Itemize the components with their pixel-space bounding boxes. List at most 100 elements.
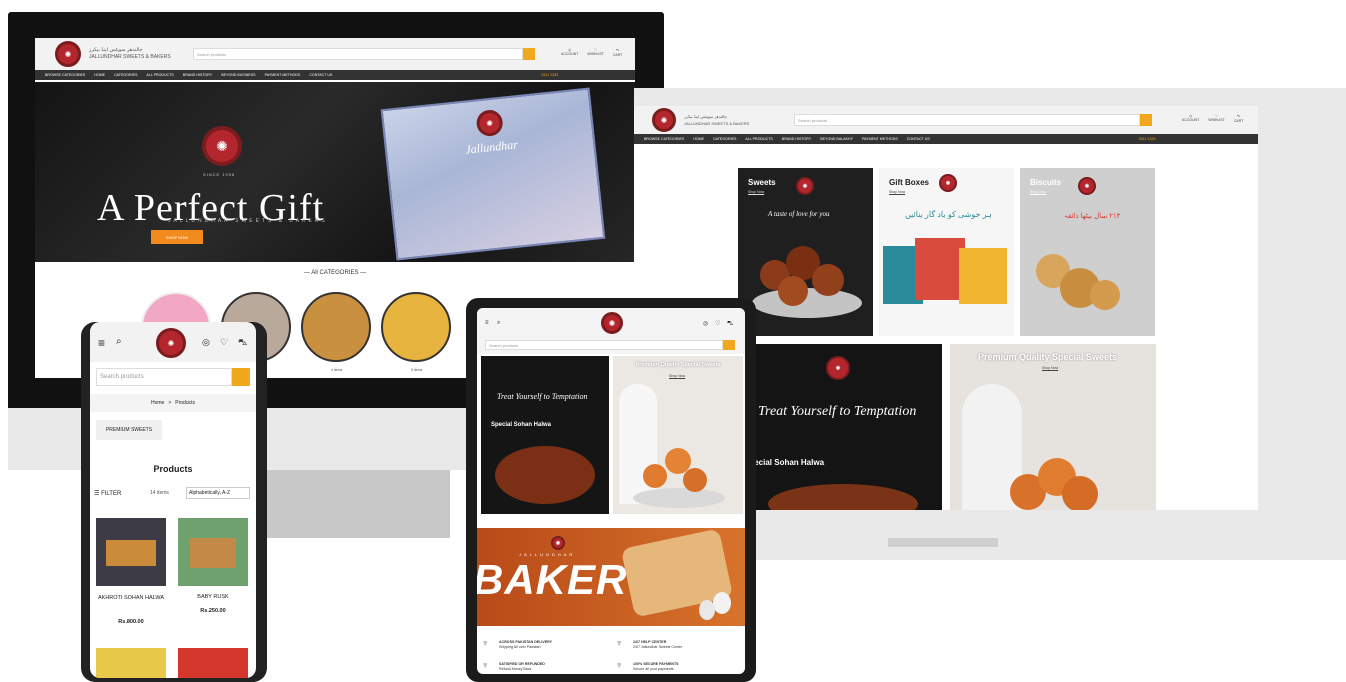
wishlist-icon[interactable]: ♡ (715, 320, 720, 327)
product-name[interactable]: AKHROTI SOHAN HALWA (96, 594, 166, 603)
product-image[interactable] (178, 518, 248, 586)
tablet-screen: ≡ ⌕ ✺ ◎ ♡ ⛍ Search products Treat Yourse… (477, 308, 745, 674)
menu-icon[interactable]: ≡ (485, 320, 489, 326)
header-icons: ◎ ACCOUNT ♡ WISHLIST ⛍ CART (1182, 114, 1243, 123)
search-button[interactable] (523, 48, 535, 60)
product-image[interactable] (96, 648, 166, 678)
wishlist-icon[interactable]: ♡ WISHLIST (1208, 114, 1225, 123)
category-circle[interactable] (381, 292, 451, 362)
feature-help: 24/7 HELP CENTER 24/7 Jallundhar Sweets C… (633, 640, 683, 649)
tile-link[interactable]: Shop Now (1042, 366, 1058, 370)
nav-all-products[interactable]: ALL PRODUCTS (146, 73, 173, 77)
tile-sweets[interactable]: Sweets Shop Now ✺ A taste of love for yo… (738, 168, 873, 336)
account-icon[interactable]: ◎ ACCOUNT (561, 48, 578, 57)
breadcrumb-home[interactable]: Home (151, 400, 164, 406)
tile-sohan-halwa[interactable]: Treat Yourself to Temptation Special Soh… (481, 356, 609, 514)
brand-text: جالندھر سویٹس اینڈ بیکرز JALLUNDHAR SWEE… (684, 114, 750, 126)
search-icon[interactable]: ⌕ (497, 320, 500, 327)
cart-icon[interactable]: ⛍ (238, 337, 247, 349)
nav-categories[interactable]: CATEGORIES (114, 73, 137, 77)
shop-now-button[interactable]: SHOP NOW (151, 230, 203, 244)
nav-home[interactable]: HOME (94, 73, 105, 77)
search-button[interactable] (232, 368, 250, 386)
nav-beyond-business[interactable]: BEYOND BUSINESS (221, 73, 255, 77)
nav-browse-categories[interactable]: BROWSE CATEGORIES (45, 73, 85, 77)
cart-icon[interactable]: ⛍ (727, 320, 733, 328)
tile-link[interactable]: Shop Now (889, 190, 905, 194)
brand-logo[interactable]: ✺ (156, 328, 186, 358)
search-input[interactable]: Search products (485, 340, 723, 350)
nav-browse-categories[interactable]: BROWSE CATEGORIES (644, 137, 684, 141)
gift-box-image (959, 248, 1007, 304)
gulab-jamun-image (812, 264, 844, 296)
categories-title: — All CATEGORIES — (303, 270, 367, 276)
sort-select[interactable]: Alphabetically, A-Z (186, 487, 250, 499)
tile-biscuits[interactable]: Biscuits Shop Now ✺ ٢١٣ سال بیٹھا ذائقہ (1020, 168, 1155, 336)
hero-logo: ✺ (202, 126, 242, 166)
tile-title: Premium Quality Special Sweets (635, 362, 721, 368)
search-input[interactable]: Search products (96, 368, 232, 386)
laddu-image (643, 464, 667, 488)
search-input[interactable]: Search products (794, 114, 1140, 126)
gift-box-image: ✺ Jallundhar (380, 87, 606, 261)
brand-text: جالندھر سویٹس اینڈ بیکرز JALLUNDHAR SWEE… (89, 47, 171, 60)
search-icon[interactable]: ⌕ (116, 336, 122, 347)
nav-all-products[interactable]: ALL PRODUCTS (745, 137, 772, 141)
product-name[interactable]: BABY RUSK (178, 594, 248, 600)
account-icon[interactable]: ◎ (202, 337, 210, 348)
refund-icon: ⩔ (483, 660, 488, 669)
tile-link[interactable]: Shop Now (669, 374, 685, 378)
laddu-image (683, 468, 707, 492)
tile-logo: ✺ (826, 356, 850, 380)
nav-phone[interactable]: 0311 1333 (541, 73, 558, 77)
tile-gift-boxes[interactable]: Gift Boxes Shop Now ✺ ہر خوشی کو یاد گار… (879, 168, 1014, 336)
cart-icon[interactable]: ⛍ CART (613, 48, 622, 57)
nav-home[interactable]: HOME (693, 137, 704, 141)
tile-script: ٢١٣ سال بیٹھا ذائقہ (1064, 213, 1121, 220)
tile-title: Biscuits (1030, 178, 1062, 187)
halwa-image (768, 484, 918, 510)
nav-contact-us[interactable]: CONTACT US (309, 73, 332, 77)
product-price: Rs.250.00 (200, 608, 226, 614)
nav-categories[interactable]: CATEGORIES (713, 137, 736, 141)
nav-brand-history[interactable]: BRAND HISTORY (782, 137, 811, 141)
filter-button[interactable]: ☰ FILTER (94, 490, 121, 497)
nav-beyond[interactable]: BEYOND BALAKHY (820, 137, 853, 141)
tile-title: Special Sohan Halwa (491, 422, 552, 428)
brand-logo[interactable]: ✺ (601, 312, 623, 334)
tile-logo: ✺ (1078, 177, 1096, 195)
search-button[interactable] (1140, 114, 1152, 126)
tile-title: Special Sohan Halwa (744, 458, 825, 467)
cart-icon[interactable]: ⛍ CART (1234, 114, 1243, 123)
wishlist-icon[interactable]: ♡ (220, 337, 228, 348)
brand-logo[interactable]: ✺ (652, 108, 676, 132)
nav-payment-methods[interactable]: PAYMENT METHODS (862, 137, 898, 141)
nav-brand-history[interactable]: BRAND HISTORY (183, 73, 212, 77)
product-image[interactable] (96, 518, 166, 586)
account-icon[interactable]: ◎ ACCOUNT (1182, 114, 1199, 123)
hero-since: SINCE 1958 (203, 172, 236, 177)
header-icons: ◎ ACCOUNT ♡ WISHLIST ⛍ CART (561, 48, 622, 57)
menu-icon[interactable]: ≡ (98, 336, 105, 350)
brand-logo[interactable]: ✺ (55, 41, 81, 67)
bakery-banner[interactable]: ✺ JALLUNDHAR BAKERY (477, 528, 745, 626)
nav-phone[interactable]: 0311 1333 (1139, 137, 1156, 141)
search-input[interactable]: Search products (193, 48, 523, 60)
desktop-nav: BROWSE CATEGORIES HOME CATEGORIES ALL PR… (35, 70, 635, 80)
category-circle[interactable] (301, 292, 371, 362)
tile-sohan-halwa[interactable]: ✺ Treat Yourself to Temptation Special S… (738, 344, 942, 510)
category-chip[interactable]: PREMIUM SWEETS (96, 420, 162, 440)
wishlist-icon[interactable]: ♡ WISHLIST (587, 48, 604, 57)
laptop-nav: BROWSE CATEGORIES HOME CATEGORIES ALL PR… (634, 134, 1258, 144)
tile-premium-sweets[interactable]: Premium Quality Special Sweets Shop Now (613, 356, 743, 514)
tile-premium-sweets[interactable]: Premium Quality Special Sweets Shop Now (950, 344, 1156, 510)
nav-payment-methods[interactable]: PAYMENT METHODS (265, 73, 301, 77)
account-icon[interactable]: ◎ (703, 320, 708, 327)
feature-refund: SATISFIED OR REFUNDED Refund Money Back (499, 662, 545, 671)
product-image[interactable] (178, 648, 248, 678)
tile-link[interactable]: Shop Now (748, 190, 764, 194)
search-button[interactable] (723, 340, 735, 350)
nav-contact-us[interactable]: CONTACT US (907, 137, 930, 141)
tile-link[interactable]: Shop Now (1030, 190, 1046, 194)
page-title: Products (153, 464, 193, 474)
